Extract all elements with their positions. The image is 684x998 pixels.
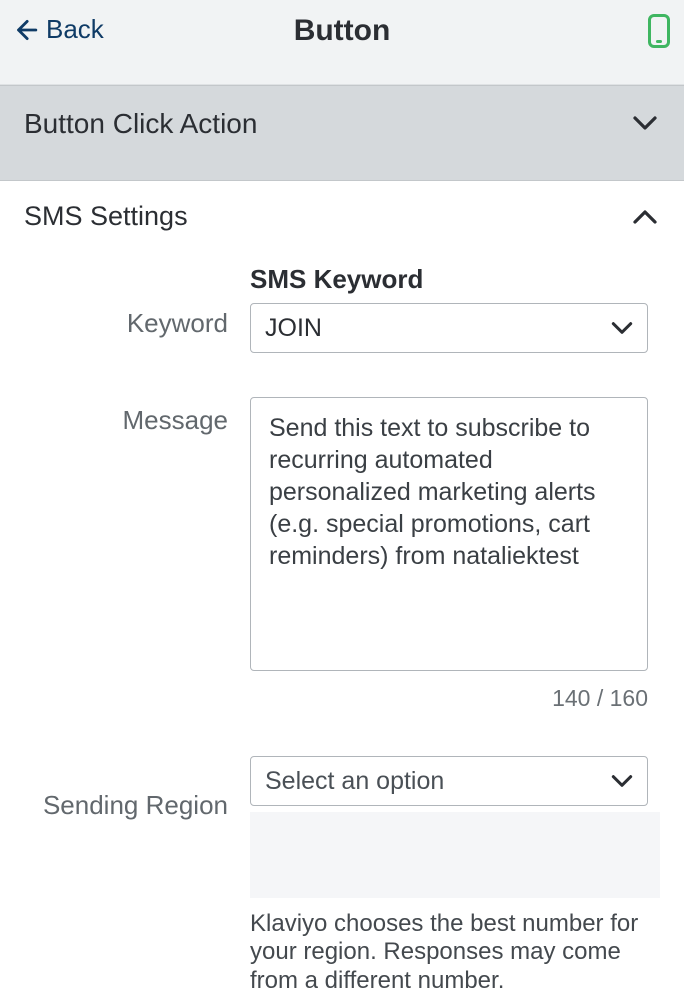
char-counter: 140 / 160 <box>250 685 648 712</box>
sms-settings-form: Keyword SMS Keyword JOIN Message 140 / 1… <box>0 244 684 995</box>
back-label: Back <box>46 14 104 45</box>
row-sending-region: Sending Region Select an option Klaviyo … <box>24 756 660 995</box>
row-message: Message 140 / 160 <box>24 397 660 712</box>
row-label-message: Message <box>24 397 250 436</box>
keyword-select-value: JOIN <box>265 314 322 343</box>
row-label-keyword: Keyword <box>24 264 250 339</box>
back-button[interactable]: Back <box>12 14 104 45</box>
chevron-down-icon <box>609 768 635 794</box>
region-preview-box <box>250 812 660 898</box>
section-title: SMS Settings <box>24 201 188 232</box>
region-select-placeholder: Select an option <box>265 767 444 796</box>
field-label-sms-keyword: SMS Keyword <box>250 264 660 295</box>
keyword-select[interactable]: JOIN <box>250 303 648 353</box>
row-label-region: Sending Region <box>24 756 250 821</box>
chevron-up-icon <box>630 202 660 232</box>
section-sms-settings[interactable]: SMS Settings <box>0 181 684 244</box>
section-button-click-action[interactable]: Button Click Action <box>0 85 684 181</box>
header-bar: Back Button <box>0 0 684 85</box>
chevron-down-icon <box>630 108 660 138</box>
region-helper-text: Klaviyo chooses the best number for your… <box>250 910 648 995</box>
section-title: Button Click Action <box>24 108 257 140</box>
row-keyword: Keyword SMS Keyword JOIN <box>24 264 660 353</box>
message-textarea[interactable] <box>250 397 648 671</box>
mobile-preview-icon[interactable] <box>648 14 670 48</box>
chevron-down-icon <box>609 315 635 341</box>
region-select[interactable]: Select an option <box>250 756 648 806</box>
arrow-left-icon <box>12 17 38 43</box>
